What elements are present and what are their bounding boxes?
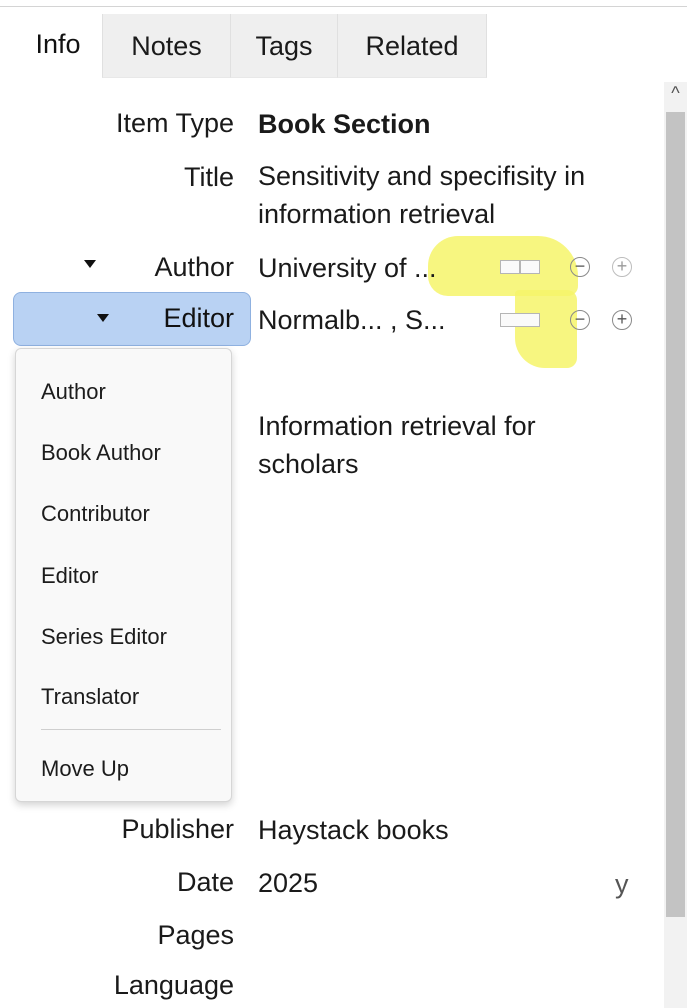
editor-value[interactable]: Normalb... , S... (258, 302, 446, 339)
title-label: Title (183, 162, 234, 192)
date-label: Date (176, 867, 234, 897)
title-value-line1[interactable]: Sensitivity and specifisity in (258, 158, 585, 195)
field-mode-icon-2[interactable] (520, 260, 540, 274)
remove-editor-button[interactable]: − (570, 310, 590, 330)
menu-item-book-author[interactable]: Book Author (41, 440, 161, 466)
book-title-value-line2[interactable]: scholars (258, 446, 359, 483)
title-value-line2[interactable]: information retrieval (258, 196, 495, 233)
creator-type-menu: Author Book Author Contributor Editor Se… (15, 348, 232, 802)
highlight-mark-tail (515, 290, 577, 368)
date-format-indicator: y (615, 869, 629, 899)
remove-author-button[interactable]: − (570, 257, 590, 277)
menu-item-editor[interactable]: Editor (41, 563, 98, 589)
language-label: Language (113, 970, 234, 1000)
tab-tags[interactable]: Tags (230, 14, 337, 78)
tab-related[interactable]: Related (337, 14, 487, 78)
menu-item-author[interactable]: Author (41, 379, 106, 405)
menu-item-move-up[interactable]: Move Up (41, 756, 129, 782)
menu-item-series-editor[interactable]: Series Editor (41, 624, 167, 650)
field-mode-icon[interactable] (500, 260, 520, 274)
scroll-up-icon[interactable]: ^ (664, 82, 687, 104)
tab-notes[interactable]: Notes (102, 14, 230, 78)
author-label[interactable]: Author (0, 252, 234, 283)
publisher-label: Publisher (121, 814, 234, 844)
pages-label: Pages (157, 920, 234, 950)
item-type-value[interactable]: Book Section (258, 106, 431, 143)
item-type-label: Item Type (115, 108, 234, 138)
vertical-scrollbar[interactable]: ^ (664, 82, 687, 1008)
add-editor-button[interactable]: + (612, 310, 632, 330)
tab-info[interactable]: Info (14, 14, 102, 78)
top-divider (0, 6, 687, 7)
add-author-button[interactable]: + (612, 257, 632, 277)
menu-item-translator[interactable]: Translator (41, 684, 139, 710)
publisher-value[interactable]: Haystack books (258, 812, 449, 849)
scroll-thumb[interactable] (666, 112, 685, 917)
author-value[interactable]: University of ... (258, 250, 437, 287)
menu-separator (41, 729, 221, 730)
editor-dropdown-icon[interactable] (97, 314, 109, 322)
date-value[interactable]: 2025 (258, 865, 318, 902)
book-title-value-line1[interactable]: Information retrieval for (258, 408, 536, 445)
tab-bar: Info Notes Tags Related (0, 14, 687, 78)
field-mode-icon-editor[interactable] (500, 313, 540, 327)
editor-label: Editor (163, 303, 234, 333)
creator-type-button[interactable]: Editor (13, 292, 251, 346)
menu-item-contributor[interactable]: Contributor (41, 501, 150, 527)
